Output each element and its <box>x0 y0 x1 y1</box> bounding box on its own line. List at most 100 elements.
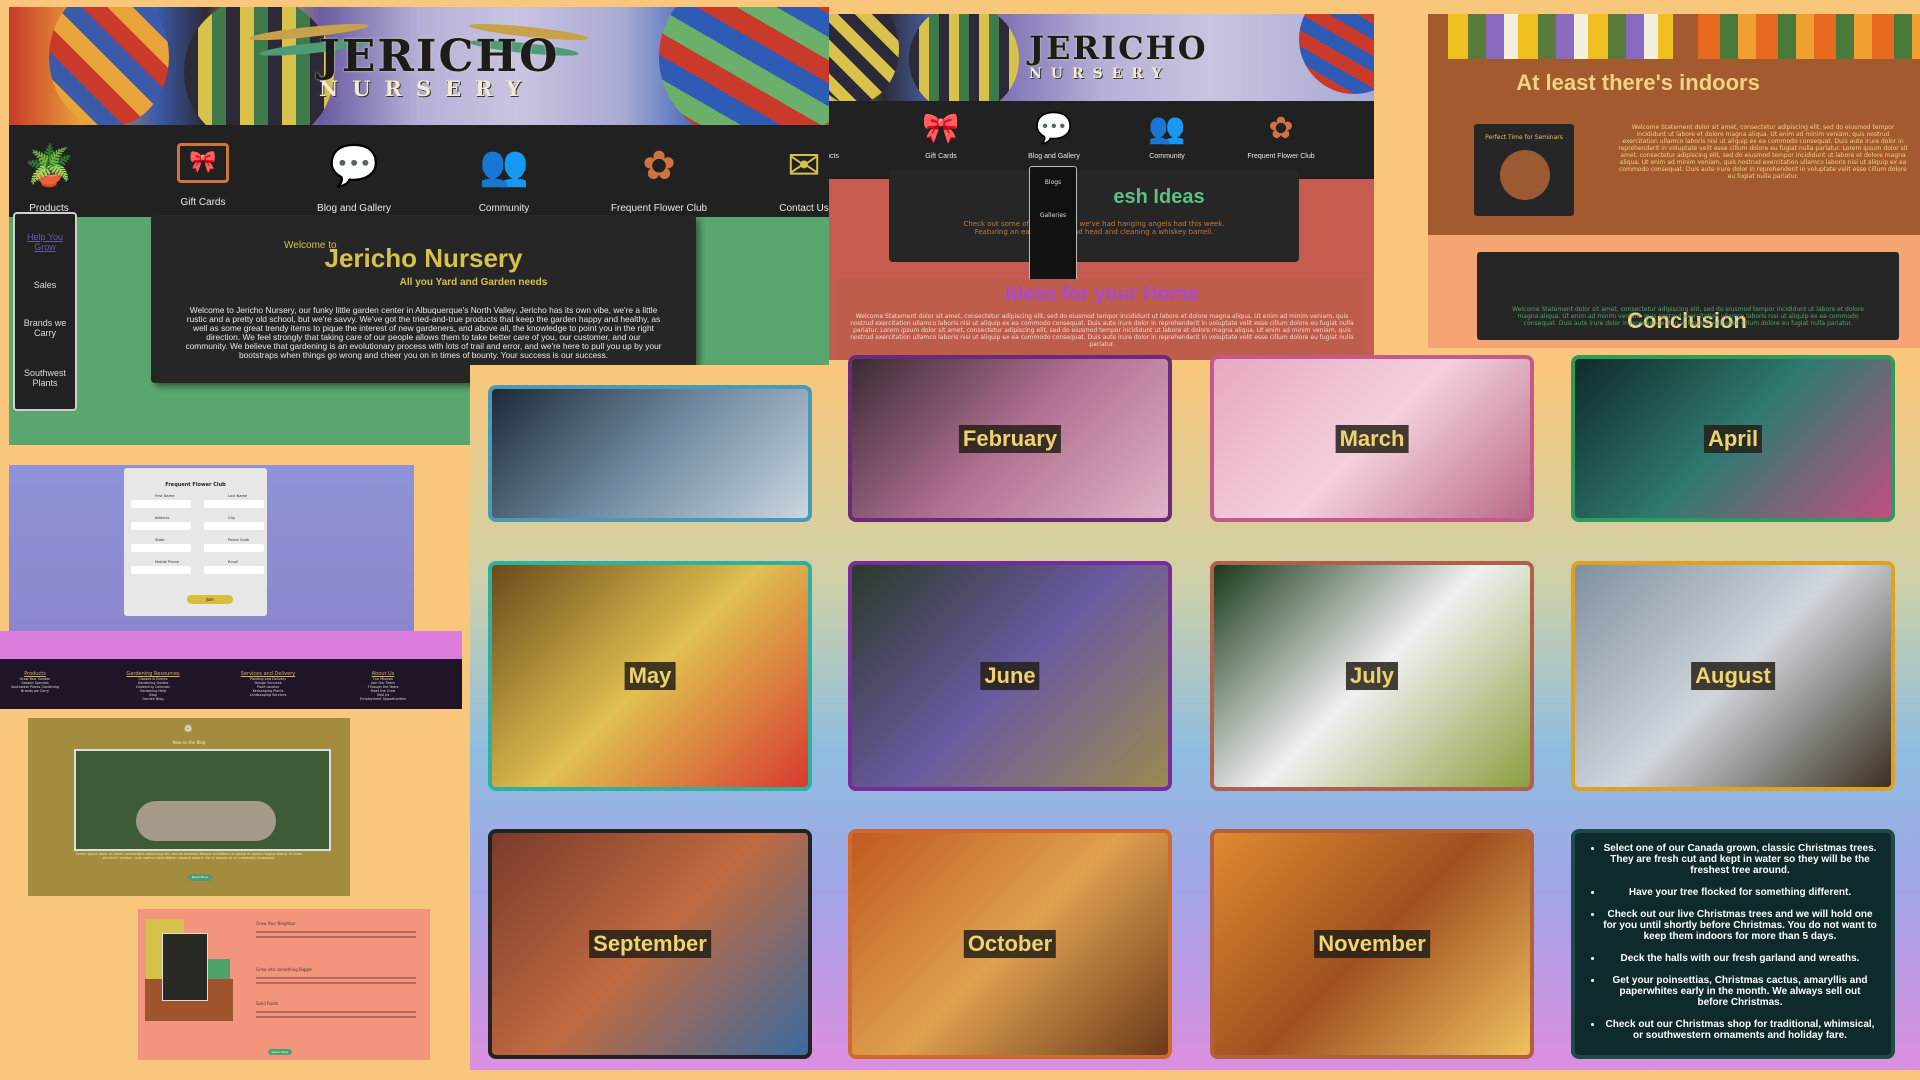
fresh-ideas-text: Check out some of the ideas the we've ha… <box>963 220 1225 236</box>
month-card[interactable]: August <box>1571 561 1895 791</box>
ideas-title: Ideas for your Home <box>1005 283 1199 305</box>
month-card[interactable]: May <box>488 561 812 791</box>
nav-gift-cards[interactable]: 🎀 Gift Cards <box>148 125 258 217</box>
text-line <box>256 1011 416 1013</box>
join-button[interactable]: Join <box>187 595 233 604</box>
flower-logo-icon: ❁ <box>184 724 193 735</box>
footer-link[interactable]: Employment Opportunities <box>333 697 433 701</box>
month-card[interactable]: March <box>1210 355 1534 522</box>
tip-item: Deck the halls with our fresh garland an… <box>1603 953 1877 964</box>
salmon-heading-2: Grow into something Bigger <box>256 967 313 972</box>
signup-page-preview: Frequent Flower Club First Name Last Name… <box>9 465 414 631</box>
signup-form: Frequent Flower Club First Name Last Name… <box>124 468 267 616</box>
tip-item: Select one of our Canada grown, classic … <box>1603 843 1877 876</box>
tip-item: Check out our Christmas shop for traditi… <box>1603 1019 1877 1041</box>
month-card[interactable]: April <box>1571 355 1895 522</box>
about-page-preview: Grow Your Neighbor Grow into something B… <box>138 909 430 1060</box>
month-card[interactable]: June <box>848 561 1172 791</box>
field-label: Address <box>155 516 170 520</box>
nav-label: Gift Cards <box>925 153 957 160</box>
balloon-image <box>829 14 899 104</box>
text-line <box>256 982 416 984</box>
month-card[interactable]: November <box>1210 829 1534 1059</box>
nav-blog-gallery[interactable]: 💬 Blog and Gallery <box>299 125 409 217</box>
side-item-help-you-grow[interactable]: Help You Grow <box>15 232 75 252</box>
indoors-text: Welcome Statement dolor sit amet, consec… <box>1618 124 1908 180</box>
month-label: July <box>1345 662 1399 690</box>
month-label: November <box>1314 930 1430 958</box>
dropdown-galleries[interactable]: Galleries <box>1030 212 1076 219</box>
form-input[interactable] <box>204 500 264 508</box>
site-footer: Products Grow Your Garden Season Specials S… <box>0 659 462 709</box>
form-input[interactable] <box>131 522 191 530</box>
nav-community[interactable]: 👥 Community <box>1117 101 1217 179</box>
nav-label: Community <box>478 203 530 214</box>
side-item-sales[interactable]: Sales <box>15 280 75 290</box>
flower-image <box>1698 14 1920 59</box>
field-label: Last Name <box>228 494 248 498</box>
nav-label: ucts <box>829 153 839 160</box>
balloon-image <box>1299 14 1374 94</box>
learn-more-button[interactable]: Learn More <box>268 1049 292 1055</box>
side-item-southwest-plants[interactable]: Southwest Plants <box>15 368 75 388</box>
products-dropdown: Help You Grow Sales Brands we Carry Sout… <box>13 212 77 411</box>
footer-link[interactable]: Brands we Carry <box>0 689 85 693</box>
gift-card-icon: 🎀 <box>922 111 960 146</box>
footer-column: About Us Our Mission Join Our Team Through … <box>333 671 433 701</box>
stone-wall <box>136 801 276 841</box>
form-input[interactable] <box>131 500 191 508</box>
month-card[interactable] <box>488 385 812 522</box>
nav-products[interactable]: 🪴 Products <box>9 125 104 217</box>
blog-card-text: Lorem ipsum dolor sit amet, consectetur … <box>75 852 303 860</box>
footer-link[interactable]: Garden Blog <box>103 697 203 701</box>
month-label: March <box>1335 424 1409 453</box>
balloon-image <box>49 7 169 127</box>
salmon-heading-3: Solid Roots <box>256 1001 279 1006</box>
tip-item: Have your tree flocked for something dif… <box>1603 887 1877 898</box>
month-card[interactable]: September <box>488 829 812 1059</box>
month-label: June <box>980 662 1040 690</box>
field-label: Email <box>228 560 238 564</box>
form-input[interactable] <box>204 544 264 552</box>
ideas-text: Welcome Statement dolor sit amet, consec… <box>850 313 1354 348</box>
salmon-heading-1: Grow Your Neighbor <box>256 921 296 926</box>
dropdown-blogs[interactable]: Blogs <box>1030 179 1076 186</box>
form-background <box>0 631 462 659</box>
flower-icon: ✿ <box>642 143 676 189</box>
month-label: October <box>963 930 1057 958</box>
conclusion-card: Conclusion Welcome Statement dolor sit a… <box>1477 252 1899 340</box>
form-input[interactable] <box>204 522 264 530</box>
nav-gift-cards[interactable]: 🎀 Gift Cards <box>891 101 991 179</box>
blog-card-title: New on the Blog <box>172 740 206 745</box>
nav-community[interactable]: 👥 Community <box>449 125 559 217</box>
nav-products[interactable]: 🪴 ucts <box>829 101 839 179</box>
logo-sub: NURSERY <box>319 76 535 101</box>
side-item-brands[interactable]: Brands we Carry <box>15 318 75 338</box>
footer-link[interactable]: Landscaping Services <box>218 693 318 697</box>
site-logo[interactable]: JERICHO NURSERY <box>319 31 560 101</box>
hero-banner: JERICHO NURSERY <box>829 14 1374 114</box>
christmas-tips-card: Select one of our Canada grown, classic … <box>1571 829 1895 1059</box>
fresh-ideas-card: esh Ideas Check out some of the ideas th… <box>889 170 1299 262</box>
form-input[interactable] <box>131 544 191 552</box>
form-input[interactable] <box>204 566 264 574</box>
month-card[interactable]: October <box>848 829 1172 1059</box>
site-logo[interactable]: JERICHO NURSERY <box>1029 32 1206 84</box>
nav-contact-us[interactable]: ✉ Contact Us <box>749 125 829 217</box>
logo-sub: NURSERY <box>1029 66 1171 82</box>
form-input[interactable] <box>131 566 191 574</box>
chat-camera-icon: 💬 <box>1035 111 1073 146</box>
month-card[interactable]: July <box>1210 561 1534 791</box>
conclusion-text: Welcome Statement dolor sit amet, consec… <box>1512 306 1864 327</box>
nav-label: Gift Cards <box>180 197 226 208</box>
nav-frequent-flower-club[interactable]: ✿ Frequent Flower Club <box>604 125 714 217</box>
page-title: Jericho Nursery <box>324 243 523 273</box>
monthly-gallery: February March April May June July August Septe… <box>470 355 1920 1070</box>
logo-name: JERICHO <box>319 31 560 82</box>
nav-frequent-flower-club[interactable]: ✿ Frequent Flower Club <box>1231 101 1331 179</box>
read-more-button[interactable]: Read More <box>188 874 212 881</box>
text-line <box>256 936 416 938</box>
month-card[interactable]: February <box>848 355 1172 522</box>
seminar-card: Perfect Time for Seminars <box>1474 124 1574 216</box>
nav-label: Frequent Flower Club <box>610 203 708 214</box>
